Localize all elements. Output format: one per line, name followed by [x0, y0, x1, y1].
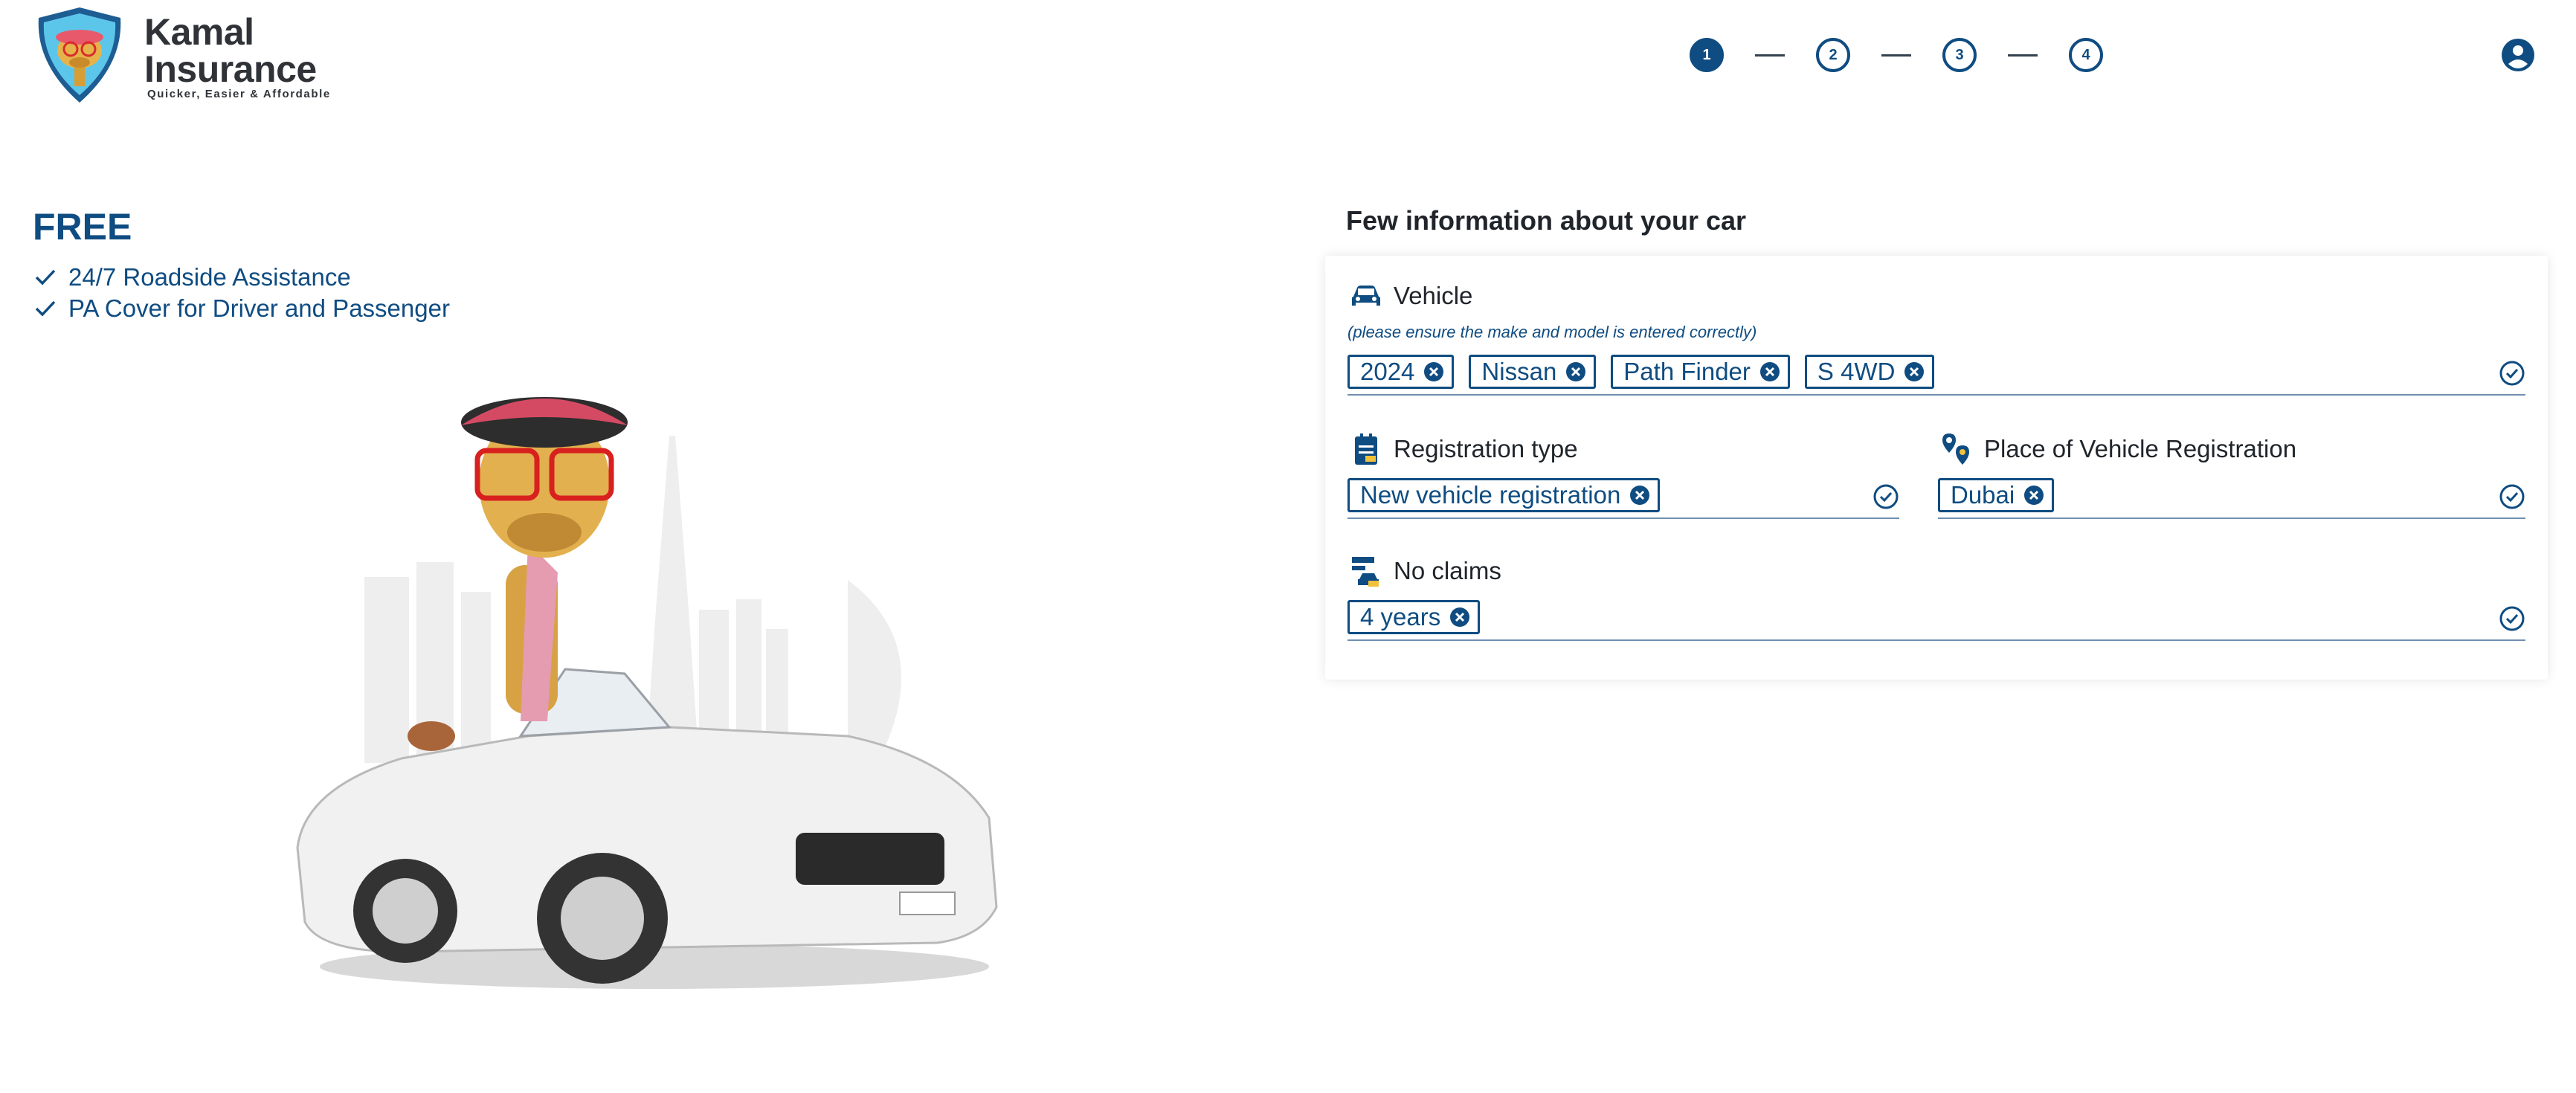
vehicle-hint: (please ensure the make and model is ent… — [1347, 323, 1757, 341]
chip-text: Nissan — [1481, 358, 1557, 385]
step-connector — [1755, 54, 1785, 57]
chip-model[interactable]: Path Finder — [1611, 355, 1790, 389]
map-pins-icon — [1942, 433, 1969, 465]
chip-text: 4 years — [1360, 603, 1441, 631]
place-of-registration-label: Place of Vehicle Registration — [1938, 428, 2525, 470]
close-circle-icon[interactable] — [1449, 607, 1470, 628]
chip-text: S 4WD — [1817, 358, 1896, 385]
brand-logo[interactable]: Kamal Insurance Quicker, Easier & Afford… — [31, 4, 344, 106]
benefit-text: PA Cover for Driver and Passenger — [68, 294, 450, 322]
close-circle-icon[interactable] — [1629, 485, 1650, 506]
chip-trim[interactable]: S 4WD — [1804, 355, 1935, 389]
check-circle-icon — [1873, 484, 1899, 509]
car-info-card: Vehicle (please ensure the make and mode… — [1325, 256, 2548, 680]
brand-name-line1: Kamal — [144, 11, 254, 53]
place-of-registration-field: Place of Vehicle Registration Dubai — [1938, 428, 2525, 519]
close-circle-icon[interactable] — [1759, 361, 1780, 382]
vehicle-label-text: Vehicle — [1394, 282, 1473, 309]
close-circle-icon[interactable] — [1565, 361, 1586, 382]
no-claims-input[interactable]: 4 years — [1347, 595, 2525, 641]
close-circle-icon[interactable] — [2023, 485, 2044, 506]
promo-title: FREE — [33, 206, 132, 248]
chip-no-claims-years[interactable]: 4 years — [1347, 600, 1481, 634]
chip-registration-type[interactable]: New vehicle registration — [1347, 478, 1661, 512]
user-account-icon[interactable] — [2500, 37, 2536, 73]
chip-text: Dubai — [1951, 481, 2015, 509]
step-2[interactable]: 2 — [1816, 38, 1850, 72]
no-claims-label: No claims — [1347, 550, 2525, 592]
chip-text: Path Finder — [1623, 358, 1751, 385]
step-3[interactable]: 3 — [1942, 38, 1977, 72]
chip-text: New vehicle registration — [1360, 481, 1621, 509]
step-connector — [2008, 54, 2038, 57]
step-4[interactable]: 4 — [2069, 38, 2103, 72]
brand-name: Kamal Insurance — [144, 13, 317, 88]
chip-emirate[interactable]: Dubai — [1938, 478, 2055, 512]
document-car-icon — [1352, 557, 1379, 587]
no-claims-field: No claims 4 years — [1347, 550, 2525, 641]
vehicle-label: Vehicle — [1347, 275, 2525, 317]
registration-type-label-text: Registration type — [1394, 435, 1578, 462]
registration-type-label: Registration type — [1347, 428, 1899, 470]
camel-in-convertible-illustration — [296, 397, 998, 989]
benefit-item: 24/7 Roadside Assistance — [33, 262, 450, 293]
check-circle-icon — [2499, 484, 2525, 509]
close-circle-icon[interactable] — [1423, 361, 1444, 382]
camel-shield-logo-icon — [38, 7, 121, 103]
check-icon — [35, 300, 56, 317]
progress-stepper: 1 2 3 4 — [1690, 37, 2103, 73]
benefits-list: 24/7 Roadside Assistance PA Cover for Dr… — [33, 262, 450, 324]
chip-year[interactable]: 2024 — [1347, 355, 1455, 389]
vehicle-field: Vehicle (please ensure the make and mode… — [1347, 275, 2525, 396]
car-icon — [1352, 286, 1380, 306]
chip-text: 2024 — [1360, 358, 1415, 385]
registration-type-input[interactable]: New vehicle registration — [1347, 473, 1899, 519]
check-circle-icon — [2499, 606, 2525, 631]
no-claims-label-text: No claims — [1394, 557, 1501, 584]
step-connector — [1881, 54, 1911, 57]
form-title: Few information about your car — [1346, 205, 1747, 236]
check-circle-icon — [2499, 361, 2525, 386]
chip-make[interactable]: Nissan — [1469, 355, 1597, 389]
benefit-text: 24/7 Roadside Assistance — [68, 263, 351, 291]
brand-tagline: Quicker, Easier & Affordable — [147, 88, 331, 100]
registration-type-field: Registration type New vehicle registrati… — [1347, 428, 1899, 519]
clipboard-icon — [1355, 433, 1377, 465]
vehicle-chips-input[interactable]: 2024 Nissan Path Finder S 4WD — [1347, 349, 2525, 396]
brand-name-line2: Insurance — [144, 48, 317, 90]
place-of-registration-label-text: Place of Vehicle Registration — [1984, 435, 2297, 462]
step-1[interactable]: 1 — [1690, 38, 1724, 72]
benefit-item: PA Cover for Driver and Passenger — [33, 293, 450, 324]
check-icon — [35, 269, 56, 286]
place-of-registration-input[interactable]: Dubai — [1938, 473, 2525, 519]
close-circle-icon[interactable] — [1904, 361, 1925, 382]
